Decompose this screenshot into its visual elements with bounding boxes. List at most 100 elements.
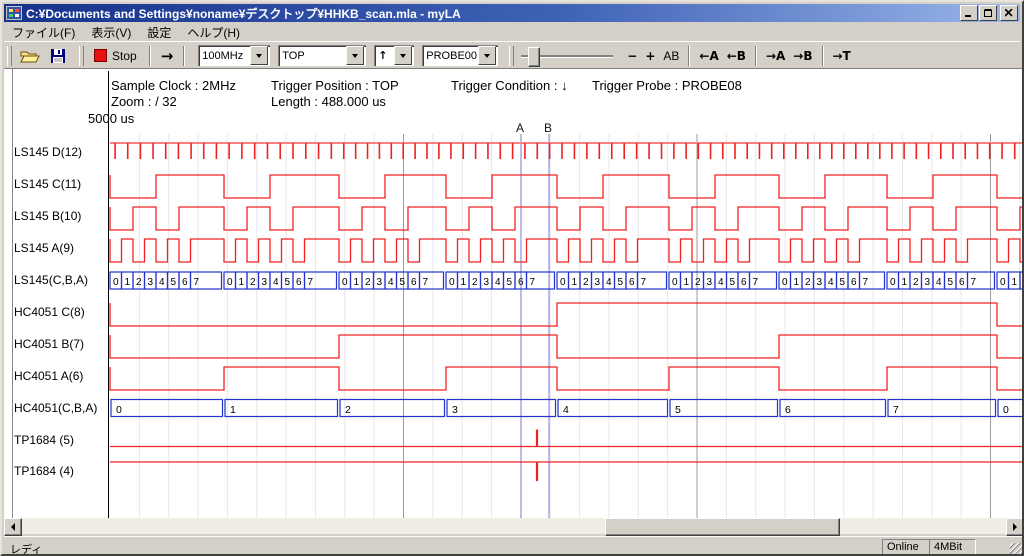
svg-text:7: 7 — [307, 277, 313, 288]
ab-button[interactable]: AB — [659, 45, 683, 67]
maximize-button[interactable] — [979, 5, 997, 21]
svg-text:4: 4 — [718, 277, 724, 288]
svg-text:0: 0 — [672, 277, 678, 288]
svg-text:5: 5 — [284, 277, 290, 288]
app-window: C:¥Documents and Settings¥noname¥デスクトップ¥… — [0, 0, 1024, 556]
scroll-left-button[interactable] — [4, 518, 22, 536]
horizontal-scrollbar[interactable] — [4, 518, 1024, 534]
svg-text:6: 6 — [785, 404, 791, 416]
svg-text:4: 4 — [495, 277, 501, 288]
resize-grip[interactable] — [1010, 543, 1023, 556]
svg-text:4: 4 — [828, 277, 834, 288]
chevron-down-icon[interactable] — [346, 46, 364, 65]
triangle-left-icon — [11, 523, 15, 531]
svg-text:2: 2 — [345, 404, 351, 416]
window-title: C:¥Documents and Settings¥noname¥デスクトップ¥… — [26, 5, 959, 22]
svg-text:7: 7 — [422, 277, 428, 288]
floppy-icon — [50, 48, 66, 64]
zoom-out-button[interactable]: − — [623, 45, 641, 67]
stop-button[interactable]: Stop — [87, 45, 144, 67]
trigger-edge-value: ↑ — [374, 49, 394, 62]
chevron-down-icon[interactable] — [250, 46, 268, 65]
close-button[interactable] — [1000, 5, 1018, 21]
svg-text:5: 5 — [506, 277, 512, 288]
set-cursor-a-button[interactable]: →A — [762, 45, 789, 67]
menubar: ファイル(F) 表示(V) 設定 ヘルプ(H) — [4, 23, 1020, 41]
svg-text:2: 2 — [805, 277, 811, 288]
triangle-right-icon — [1013, 523, 1017, 531]
svg-text:3: 3 — [924, 277, 930, 288]
zoom-in-button[interactable]: + — [641, 45, 659, 67]
svg-text:3: 3 — [706, 277, 712, 288]
svg-text:6: 6 — [741, 277, 747, 288]
toolbar: Stop → 100MHz TOP ↑ PROBE00 − + AB ←A — [4, 41, 1020, 70]
svg-text:1: 1 — [793, 277, 799, 288]
zoom-slider[interactable] — [521, 46, 613, 66]
svg-text:6: 6 — [411, 277, 417, 288]
svg-text:1: 1 — [683, 277, 689, 288]
titlebar[interactable]: C:¥Documents and Settings¥noname¥デスクトップ¥… — [4, 4, 1020, 22]
trigger-edge-combo[interactable]: ↑ — [374, 45, 414, 66]
menu-file[interactable]: ファイル(F) — [4, 23, 83, 42]
goto-cursor-b-button[interactable]: ←B — [723, 45, 750, 67]
trigger-probe-combo[interactable]: PROBE00 — [422, 45, 498, 66]
scroll-right-button[interactable] — [1006, 518, 1024, 536]
trigger-position-combo[interactable]: TOP — [278, 45, 366, 66]
stop-label: Stop — [112, 49, 137, 63]
svg-text:4: 4 — [273, 277, 279, 288]
chevron-down-icon[interactable] — [394, 46, 412, 65]
svg-text:1: 1 — [230, 404, 236, 416]
svg-text:0: 0 — [342, 277, 348, 288]
chevron-down-icon[interactable] — [478, 46, 496, 65]
svg-text:1: 1 — [124, 277, 130, 288]
menu-help[interactable]: ヘルプ(H) — [179, 23, 248, 42]
set-cursor-b-button[interactable]: →B — [789, 45, 816, 67]
run-button[interactable]: → — [156, 45, 179, 67]
svg-text:5: 5 — [617, 277, 623, 288]
zoom-slider-thumb[interactable] — [528, 47, 540, 67]
goto-trigger-button[interactable]: →T — [829, 45, 855, 67]
menu-settings[interactable]: 設定 — [139, 23, 179, 42]
svg-text:3: 3 — [261, 277, 267, 288]
svg-text:1: 1 — [460, 277, 466, 288]
svg-text:2: 2 — [583, 277, 589, 288]
scrollbar-thumb[interactable] — [605, 518, 840, 536]
waveform-display[interactable]: AB01234567012345670123456701234567012345… — [4, 69, 1024, 519]
svg-text:1: 1 — [238, 277, 244, 288]
open-file-button[interactable] — [15, 45, 45, 67]
save-button[interactable] — [45, 45, 71, 67]
svg-text:5: 5 — [839, 277, 845, 288]
toolbar-grip[interactable] — [509, 46, 514, 66]
wave-hc4051-b-7 — [110, 335, 1024, 358]
wave-hc4051-c-b-a: 012345670 — [111, 400, 1024, 417]
svg-text:5: 5 — [170, 277, 176, 288]
wave-hc4051-c-8 — [110, 303, 1024, 326]
svg-text:4: 4 — [388, 277, 394, 288]
menu-view[interactable]: 表示(V) — [83, 23, 139, 42]
status-ready: レディ — [10, 541, 42, 556]
svg-text:7: 7 — [193, 277, 199, 288]
toolbar-grip[interactable] — [79, 46, 84, 66]
wave-ls145-c-11 — [110, 175, 1024, 198]
svg-text:5: 5 — [675, 404, 681, 416]
wave-tp1684-4 — [110, 462, 1024, 481]
svg-text:6: 6 — [959, 277, 965, 288]
toolbar-grip[interactable] — [7, 46, 12, 66]
svg-text:6: 6 — [518, 277, 524, 288]
svg-text:4: 4 — [159, 277, 165, 288]
svg-text:0: 0 — [890, 277, 896, 288]
svg-text:0: 0 — [1000, 277, 1006, 288]
wave-ls145-d-12 — [110, 143, 1024, 159]
goto-cursor-a-button[interactable]: ←A — [695, 45, 722, 67]
svg-text:2: 2 — [365, 277, 371, 288]
app-icon[interactable] — [6, 6, 22, 20]
sample-clock-combo[interactable]: 100MHz — [198, 45, 270, 66]
trigger-probe-value: PROBE00 — [422, 50, 478, 62]
svg-text:7: 7 — [893, 404, 899, 416]
svg-text:4: 4 — [936, 277, 942, 288]
svg-text:1: 1 — [901, 277, 907, 288]
minimize-button[interactable] — [960, 5, 978, 21]
svg-text:5: 5 — [399, 277, 405, 288]
wave-tp1684-5 — [110, 430, 1024, 447]
svg-text:6: 6 — [851, 277, 857, 288]
